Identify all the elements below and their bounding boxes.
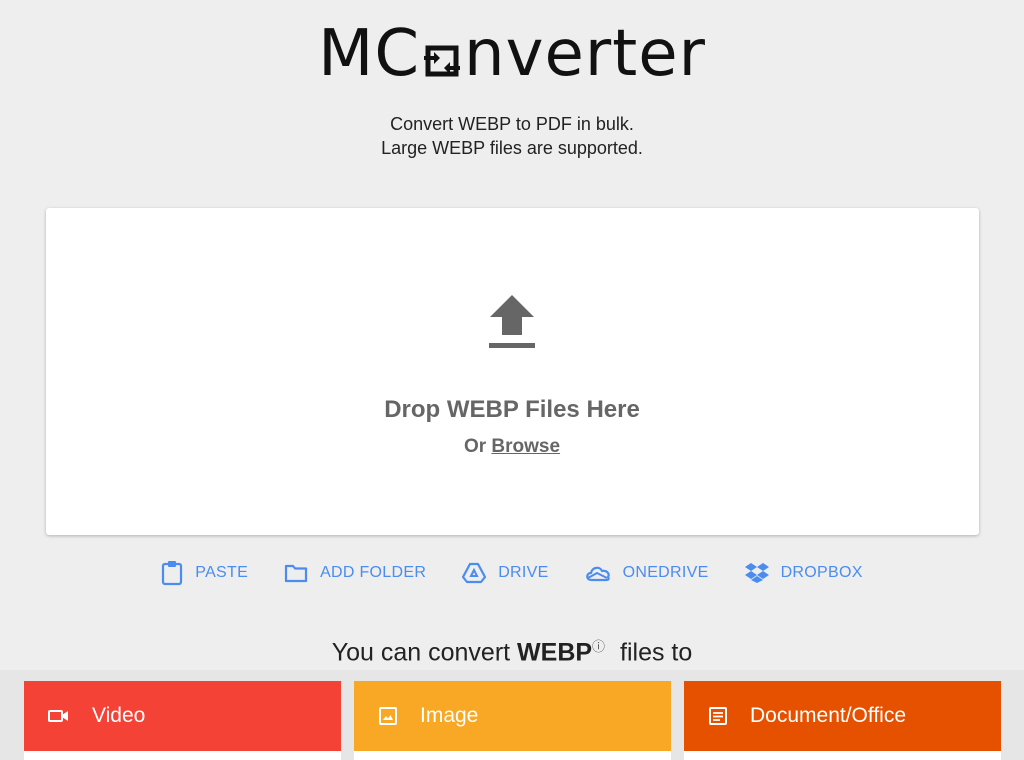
logo-swap-icon bbox=[422, 28, 462, 80]
image-icon bbox=[379, 707, 397, 725]
dropbox-icon bbox=[744, 563, 769, 583]
tagline-line-1: Convert WEBP to PDF in bulk. bbox=[390, 114, 634, 134]
document-icon bbox=[709, 707, 727, 725]
category-card-image[interactable]: Image bbox=[354, 681, 671, 760]
paste-label: PASTE bbox=[195, 564, 249, 581]
logo-suffix: nverter bbox=[464, 17, 706, 91]
folder-icon bbox=[284, 564, 308, 583]
or-label: Or bbox=[463, 436, 487, 457]
drive-button[interactable]: DRIVE bbox=[462, 560, 548, 586]
convert-heading: You can convert WEBPⓘ files to bbox=[0, 636, 1024, 667]
add-folder-button[interactable]: ADD FOLDER bbox=[284, 560, 426, 586]
category-card-document[interactable]: Document/Office bbox=[684, 681, 1001, 760]
tagline: Convert WEBP to PDF in bulk. Large WEBP … bbox=[0, 112, 1024, 160]
onedrive-label: ONEDRIVE bbox=[622, 564, 709, 581]
google-drive-icon bbox=[462, 562, 487, 584]
paste-button[interactable]: PASTE bbox=[161, 560, 248, 586]
drive-label: DRIVE bbox=[498, 564, 549, 581]
convert-format: WEBP bbox=[517, 638, 593, 667]
app-logo[interactable]: MC nverter bbox=[0, 17, 1024, 91]
convert-prefix: You can convert bbox=[331, 638, 511, 667]
category-label-video: Video bbox=[92, 704, 146, 727]
browse-link[interactable]: Browse bbox=[491, 436, 560, 457]
info-icon[interactable]: ⓘ bbox=[592, 639, 605, 654]
onedrive-button[interactable]: ONEDRIVE bbox=[585, 560, 709, 586]
dropbox-button[interactable]: DROPBOX bbox=[744, 560, 863, 586]
upload-icon bbox=[489, 295, 535, 348]
file-source-bar: PASTE ADD FOLDER DRIVE ONEDRIVE DROPBOX bbox=[0, 560, 1024, 586]
onedrive-icon bbox=[585, 566, 610, 582]
category-card-video[interactable]: Video bbox=[24, 681, 341, 760]
dropbox-label: DROPBOX bbox=[780, 564, 863, 581]
convert-suffix: files to bbox=[620, 638, 693, 667]
clipboard-icon bbox=[162, 561, 183, 586]
file-drop-zone[interactable] bbox=[46, 208, 979, 535]
add-folder-label: ADD FOLDER bbox=[320, 564, 427, 581]
drop-title: Drop WEBP Files Here bbox=[384, 396, 640, 423]
logo-prefix: MC bbox=[318, 17, 420, 91]
video-camera-icon bbox=[48, 710, 68, 722]
drop-subtitle: Or Browse bbox=[0, 436, 1024, 458]
category-label-document: Document/Office bbox=[750, 704, 907, 727]
tagline-line-2: Large WEBP files are supported. bbox=[381, 138, 643, 158]
category-label-image: Image bbox=[420, 704, 479, 727]
